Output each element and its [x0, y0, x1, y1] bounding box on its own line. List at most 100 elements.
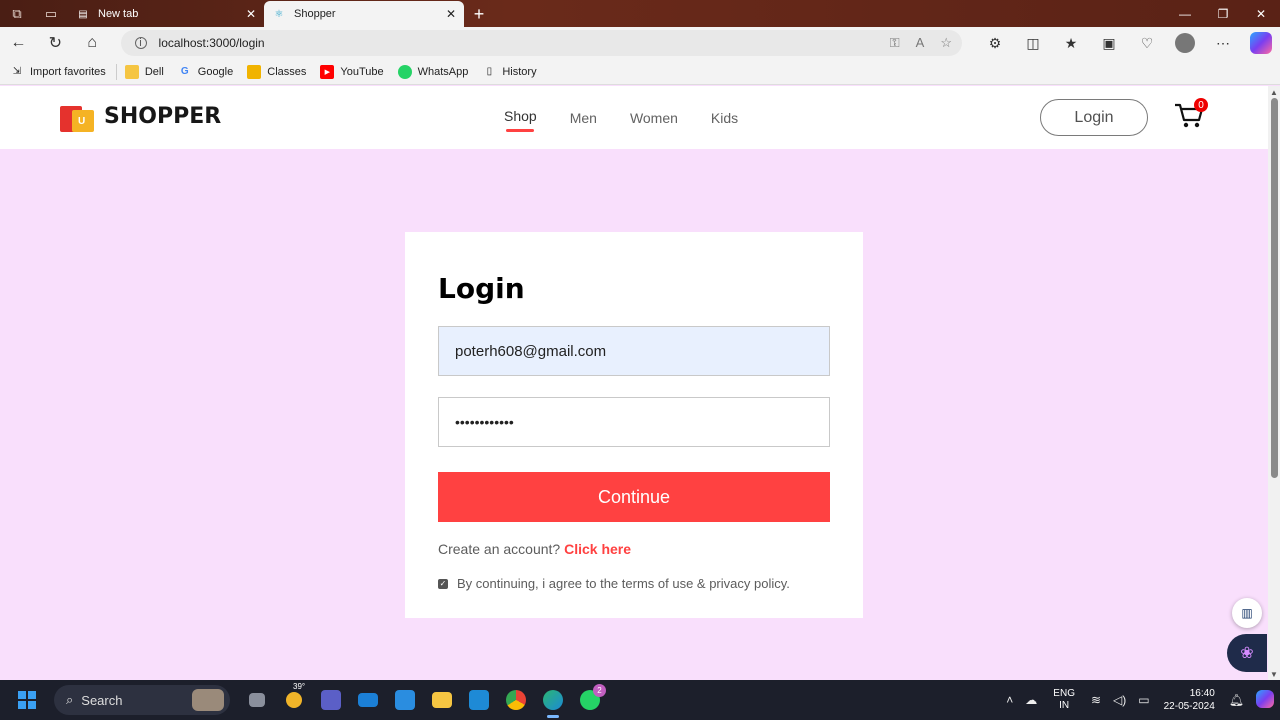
store-icon[interactable] [386, 680, 423, 720]
chrome-icon[interactable] [497, 680, 534, 720]
language-code: ENG [1053, 688, 1075, 699]
teams-icon[interactable] [312, 680, 349, 720]
login-card: Login poterh608@gmail.com •••••••••••• C… [405, 232, 863, 618]
copilot-icon[interactable] [1242, 32, 1280, 54]
taskbar-search[interactable]: ⌕ Search [54, 685, 230, 715]
favorite-label: Google [197, 65, 234, 78]
restore-icon[interactable]: ❐ [1204, 0, 1242, 27]
nav-item-label: Shop [504, 108, 537, 124]
favorite-label: YouTube [340, 65, 384, 78]
notification-icon[interactable]: 🔔︎ [1229, 693, 1244, 707]
favorite-history[interactable]: ▯ History [482, 65, 537, 79]
performance-icon[interactable]: ♡ [1128, 35, 1166, 52]
import-icon: ⇲ [12, 66, 22, 77]
close-window-icon[interactable]: ✕ [1242, 0, 1280, 27]
refresh-icon[interactable]: ↻ [37, 27, 74, 59]
signup-text: Create an account? [438, 541, 561, 557]
language-indicator[interactable]: ENG IN [1053, 688, 1075, 712]
profile-avatar[interactable] [1166, 33, 1204, 53]
logo-badge-letter: U [78, 116, 86, 127]
terms-checkbox[interactable]: ✓ [438, 578, 448, 589]
favorite-youtube[interactable]: ▶ YouTube [320, 64, 384, 79]
favorite-google[interactable]: G Google [178, 65, 233, 79]
tab-new-tab[interactable]: ▤ New tab ✕ [68, 1, 264, 27]
browser-tab-bar: ⧉ ▭ ▤ New tab ✕ ⚛ Shopper ✕ + — ❐ ✕ [0, 0, 1280, 27]
star-icon[interactable]: ☆ [940, 35, 952, 51]
vscode-icon[interactable] [460, 680, 497, 720]
wifi-icon[interactable]: ≋ [1091, 693, 1101, 707]
favorite-classes[interactable]: Classes [247, 64, 306, 79]
nav-item-label: Women [629, 110, 678, 126]
login-button[interactable]: Login [1040, 99, 1148, 136]
weather-icon[interactable]: 39° [275, 680, 312, 720]
clock-time: 16:40 [1189, 688, 1215, 699]
more-icon[interactable]: ⋯ [1204, 35, 1242, 52]
close-icon[interactable]: ✕ [246, 7, 256, 21]
new-tab-button[interactable]: + [464, 1, 494, 27]
nav-item-shop[interactable]: Shop [504, 108, 537, 132]
whatsapp-badge: 2 [593, 684, 606, 697]
workspaces-icon[interactable]: ⧉ [0, 0, 34, 27]
scroll-down-icon[interactable]: ▼ [1270, 670, 1278, 679]
nav-menu: Shop Men Women Kids [504, 108, 771, 132]
favorites-bar: ⇲ Import favorites Dell G Google Classes… [0, 59, 1280, 85]
favorites-icon[interactable]: ★ [1052, 35, 1090, 52]
favorite-dell[interactable]: Dell [124, 64, 164, 79]
taskbar: ⌕ Search 39° 2 ˄ ☁ ENG IN ≋ ◁) ▭ 16:40 2… [0, 680, 1280, 720]
task-view-icon[interactable] [238, 680, 275, 720]
youtube-icon: ▶ [320, 64, 335, 79]
active-underline [506, 129, 534, 132]
continue-button[interactable]: Continue [438, 472, 830, 522]
edge-icon[interactable] [534, 680, 571, 720]
url-field[interactable]: i localhost:3000/login ⚿ A ☆ [120, 30, 962, 56]
classroom-icon [247, 64, 262, 79]
tab-actions-icon[interactable]: ▭ [34, 0, 68, 27]
file-explorer-icon[interactable] [423, 680, 460, 720]
tab-label: New tab [98, 8, 139, 20]
search-highlight-image [192, 689, 224, 711]
home-icon[interactable]: ⌂ [74, 27, 111, 59]
battery-icon[interactable]: ▭ [1138, 693, 1149, 707]
tab-shopper[interactable]: ⚛ Shopper ✕ [264, 1, 464, 27]
scroll-thumb[interactable] [1271, 98, 1278, 478]
nav-item-men[interactable]: Men [570, 110, 597, 126]
collections-icon[interactable]: ▣ [1090, 35, 1128, 52]
start-button[interactable] [0, 680, 54, 720]
whatsapp-app-icon[interactable]: 2 [571, 680, 608, 720]
onedrive-icon[interactable]: ☁ [1025, 693, 1037, 707]
favorite-whatsapp[interactable]: WhatsApp [397, 64, 468, 79]
password-field[interactable]: •••••••••••• [438, 397, 830, 447]
read-aloud-icon[interactable]: A [916, 35, 925, 51]
info-icon[interactable]: i [134, 37, 147, 49]
nav-item-label: Kids [710, 110, 739, 126]
nav-item-kids[interactable]: Kids [711, 110, 738, 126]
back-icon[interactable]: ← [0, 27, 37, 59]
copilot-taskbar-icon[interactable] [1256, 689, 1274, 711]
email-field[interactable]: poterh608@gmail.com [438, 326, 830, 376]
minimize-icon[interactable]: — [1166, 0, 1204, 27]
reader-icon[interactable]: ▥ [1232, 598, 1262, 628]
signup-link[interactable]: Click here [564, 541, 631, 557]
search-icon: ⌕ [66, 692, 74, 707]
terms-agreement: ✓ By continuing, i agree to the terms of… [438, 576, 790, 591]
whatsapp-icon [397, 64, 412, 79]
chevron-up-icon[interactable]: ˄ [1006, 693, 1013, 707]
divider [115, 63, 117, 80]
volume-icon[interactable]: ◁) [1113, 693, 1126, 707]
clock[interactable]: 16:40 22-05-2024 [1164, 687, 1215, 713]
google-icon: G [180, 66, 189, 77]
site-navbar: U SHOPPER Shop Men Women Kids Login [0, 86, 1268, 149]
page-scrollbar[interactable]: ▲ ▼ [1268, 86, 1280, 680]
favorite-import[interactable]: ⇲ Import favorites [10, 65, 106, 79]
nav-item-women[interactable]: Women [630, 110, 678, 126]
key-icon[interactable]: ⚿ [890, 35, 900, 51]
extensions-icon[interactable]: ⚙ [976, 35, 1014, 52]
brain-icon[interactable]: ❀ [1227, 634, 1267, 672]
mail-icon[interactable] [349, 680, 386, 720]
scroll-up-icon[interactable]: ▲ [1270, 88, 1278, 97]
system-tray: ˄ ☁ ENG IN ≋ ◁) ▭ 16:40 22-05-2024 🔔︎ [1000, 680, 1280, 720]
site-logo[interactable]: U SHOPPER [60, 100, 221, 132]
region-code: IN [1059, 700, 1070, 711]
split-screen-icon[interactable]: ◫ [1014, 35, 1052, 52]
close-icon[interactable]: ✕ [446, 7, 456, 21]
